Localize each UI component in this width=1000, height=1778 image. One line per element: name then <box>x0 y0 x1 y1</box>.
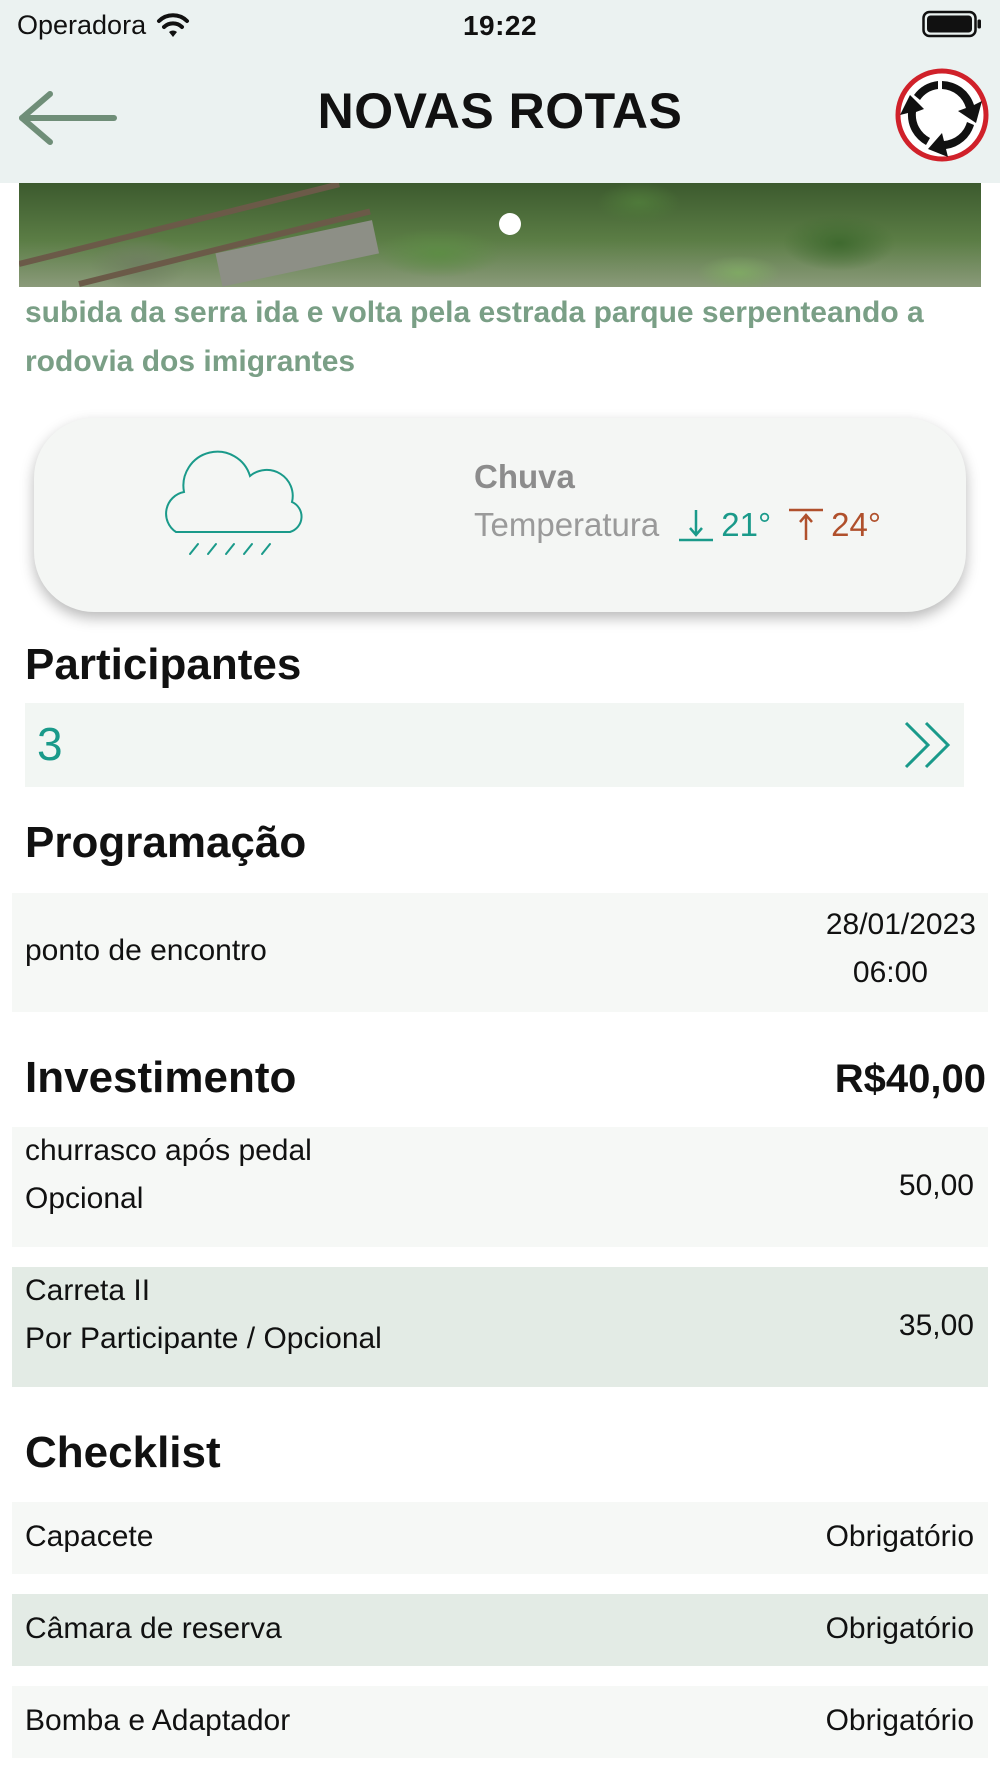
participants-row[interactable]: 3 <box>25 703 964 787</box>
temperature-label: Temperatura <box>474 506 660 543</box>
navigation-bar: NOVAS ROTAS <box>0 52 1000 183</box>
checklist-item-name: Câmara de reserva <box>25 1612 282 1645</box>
participants-count: 3 <box>37 718 63 770</box>
weather-card: Chuva Temperatura 21° 24° <box>34 418 966 612</box>
checklist-item-name: Bomba e Adaptador <box>25 1704 291 1737</box>
investment-item-name: Carreta II <box>25 1274 151 1307</box>
schedule-date: 28/01/2023 <box>825 908 976 941</box>
schedule-title: Programação <box>25 818 307 867</box>
temperature-row: Temperatura 21° 24° <box>474 506 881 544</box>
checklist-row[interactable]: Capacete Obrigatório <box>12 1502 988 1574</box>
checklist-item-status: Obrigatório <box>825 1612 974 1645</box>
schedule-label: ponto de encontro <box>25 934 267 967</box>
investment-item-note: Opcional <box>25 1182 144 1215</box>
double-chevron-right-icon[interactable] <box>902 719 956 771</box>
clock: 19:22 <box>462 10 538 41</box>
investment-total: R$40,00 <box>834 1057 986 1101</box>
investment-item-value: 35,00 <box>898 1309 974 1342</box>
checklist-row[interactable]: Bomba e Adaptador Obrigatório <box>12 1686 988 1758</box>
participants-title: Participantes <box>25 640 302 689</box>
checklist-title: Checklist <box>25 1428 221 1477</box>
route-photo[interactable] <box>19 183 981 287</box>
checklist-item-status: Obrigatório <box>825 1704 974 1737</box>
temperature-min: 21° <box>677 506 771 544</box>
investment-title: Investimento <box>25 1053 297 1102</box>
schedule-time: 06:00 <box>852 956 928 989</box>
checklist-item-status: Obrigatório <box>825 1520 974 1553</box>
checklist-row[interactable]: Câmara de reserva Obrigatório <box>12 1594 988 1666</box>
investment-row[interactable]: churrasco após pedal Opcional 50,00 <box>12 1127 988 1247</box>
temperature-min-value: 21° <box>721 506 772 543</box>
battery-icon <box>922 10 981 38</box>
temperature-max: 24° <box>787 506 881 544</box>
checklist-item-name: Capacete <box>25 1520 154 1553</box>
status-bar: Operadora 19:22 <box>0 0 1000 52</box>
weather-condition: Chuva <box>474 458 575 495</box>
page-title: NOVAS ROTAS <box>317 83 683 139</box>
schedule-row[interactable]: ponto de encontro 28/01/2023 06:00 <box>12 893 988 1012</box>
arrow-down-icon <box>679 510 714 542</box>
investment-row[interactable]: Carreta II Por Participante / Opcional 3… <box>12 1267 988 1387</box>
roundabout-logo-icon[interactable] <box>894 67 990 163</box>
investment-item-note: Por Participante / Opcional <box>25 1322 382 1355</box>
temperature-max-value: 24° <box>831 506 882 543</box>
rain-cloud-icon <box>165 450 303 555</box>
arrow-up-icon <box>789 508 824 540</box>
investment-item-value: 50,00 <box>898 1169 974 1202</box>
investment-item-name: churrasco após pedal <box>25 1134 312 1167</box>
carousel-indicator[interactable] <box>499 213 521 235</box>
route-description: subida da serra ida e volta pela estrada… <box>25 296 924 378</box>
